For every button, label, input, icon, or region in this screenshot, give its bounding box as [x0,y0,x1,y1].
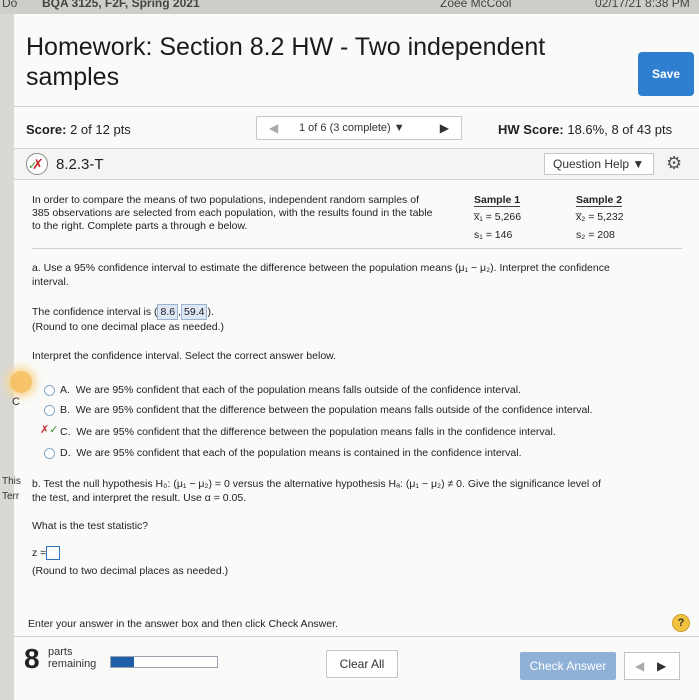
page-title: Homework: Section 8.2 HW - Two independe… [26,33,546,91]
parts-remaining-label: parts remaining [48,646,96,670]
option-b-radio[interactable] [44,405,55,416]
option-b[interactable]: B. We are 95% confident that the differe… [60,403,680,417]
question-progress-dropdown[interactable]: 1 of 6 (3 complete) ▼ [299,122,405,134]
option-a-radio[interactable] [44,385,55,396]
interpret-prompt: Interpret the confidence interval. Selec… [32,350,337,362]
round-note: (Round to one decimal place as needed.) [32,321,225,333]
sample2-sd: s₂ = 208 [576,229,615,241]
parts-label: parts [48,646,73,658]
option-text: We are 95% confident that the difference… [75,404,593,416]
ci-low-input[interactable]: 8.6 [157,304,179,320]
background-fragment: Terr [2,491,20,502]
selected-check-icon[interactable]: ✗✓ [40,423,58,436]
option-letter: C. [60,426,71,438]
option-a[interactable]: A. We are 95% confident that each of the… [60,383,680,397]
course-title: BQA 3125, F2F, Spring 2021 [42,0,200,10]
hw-score-value: 18.6%, 8 of 43 pts [567,122,673,137]
clear-all-button[interactable]: Clear All [326,650,398,678]
part-b-prompt: b. Test the null hypothesis H₀: (μ₁ − μ₂… [32,477,692,505]
part-b-prompt-line: b. Test the null hypothesis H₀: (μ₁ − μ₂… [32,478,601,490]
option-text: We are 95% confident that each of the po… [76,447,522,459]
sample2-mean: x̅₂ = 5,232 [576,211,624,223]
browser-top-bar: Do BQA 3125, F2F, Spring 2021 Zoee McCoo… [0,0,699,14]
divider [14,636,699,637]
background-fragment: C [12,396,20,408]
help-icon[interactable]: ? [672,614,690,632]
round-note-b: (Round to two decimal places as needed.) [32,565,229,577]
question-help-dropdown[interactable]: Question Help ▼ [544,153,654,175]
test-statistic-prompt: What is the test statistic? [32,520,149,532]
z-label: z = [32,547,47,559]
option-c[interactable]: C. We are 95% confident that the differe… [60,425,680,439]
previous-icon[interactable]: ◀ [635,659,644,673]
option-letter: B. [60,404,70,416]
divider [32,248,682,249]
sample1-sd: s₁ = 146 [474,229,513,241]
parts-progress-bar [110,656,218,668]
remaining-label: remaining [48,658,97,670]
option-text: We are 95% confident that each of the po… [75,384,521,396]
chevron-down-icon: ▼ [632,157,645,171]
save-button[interactable]: Save [638,52,694,96]
partial-credit-icon: ✓ ✗ [26,153,48,175]
z-answer-row: z = [32,546,61,561]
ci-high-input[interactable]: 59.4 [181,304,208,320]
user-name: Zoee McCool [440,0,512,10]
parts-remaining-count: 8 [24,643,40,674]
option-letter: A. [60,384,70,396]
next-question-icon[interactable]: ▶ [440,121,449,135]
z-input[interactable] [46,546,61,561]
chevron-down-icon[interactable]: ▼ [394,122,405,134]
score: Score: 2 of 12 pts [26,122,131,137]
option-d[interactable]: D. We are 95% confident that each of the… [60,446,680,460]
intro-line: to the right. Complete parts a through e… [32,220,248,232]
sample1-mean: x̅₁ = 5,266 [474,211,522,223]
cursor-highlight [10,371,32,393]
intro-line: In order to compare the means of two pop… [32,194,419,206]
divider [14,106,699,107]
hw-score: HW Score: 18.6%, 8 of 43 pts [498,122,672,137]
background-fragment: This [2,476,21,487]
previous-question-icon[interactable]: ◀ [269,121,278,135]
progress-text: 1 of 6 (3 complete) [299,122,391,134]
problem-intro: In order to compare the means of two pop… [32,194,472,233]
gear-icon[interactable]: ⚙ [666,153,682,174]
sample2-header: Sample 2 [576,194,623,207]
part-a-prompt: a. Use a 95% confidence interval to esti… [32,261,692,289]
part-a-prompt-line: a. Use a 95% confidence interval to esti… [32,262,610,274]
score-value: 2 of 12 pts [70,122,131,137]
part-b-prompt-line: the test, and interpret the result. Use … [32,492,247,504]
option-d-radio[interactable] [44,448,55,459]
question-help-label: Question Help [553,157,630,171]
confidence-interval-answer: The confidence interval is (8.6, 59.4). [32,304,214,320]
hw-score-label: HW Score: [498,122,564,137]
intro-line: 385 observations are selected from each … [32,207,433,219]
option-text: We are 95% confident that the difference… [76,426,556,438]
ci-suffix: ). [207,306,214,318]
footer-instruction: Enter your answer in the answer box and … [28,618,338,630]
option-letter: D. [60,447,71,459]
score-label: Score: [26,122,67,137]
bottom-question-nav[interactable]: ◀ ▶ [624,652,680,680]
sample1-header: Sample 1 [474,194,521,207]
datetime: 02/17/21 8:38 PM [595,0,690,10]
progress-fill [111,657,135,667]
ci-prefix: The confidence interval is ( [32,306,158,318]
question-id: 8.2.3-T [56,156,104,173]
question-header: ✓ ✗ 8.2.3-T Question Help ▼ ⚙ [14,148,699,180]
part-a-prompt-line: interval. [32,276,69,288]
next-icon[interactable]: ▶ [657,659,666,673]
tab-fragment: Do [2,0,18,10]
question-navigator[interactable]: ◀ 1 of 6 (3 complete) ▼ ▶ [256,116,462,140]
check-answer-button[interactable]: Check Answer [520,652,616,680]
homework-page: Homework: Section 8.2 HW - Two independe… [10,14,699,700]
